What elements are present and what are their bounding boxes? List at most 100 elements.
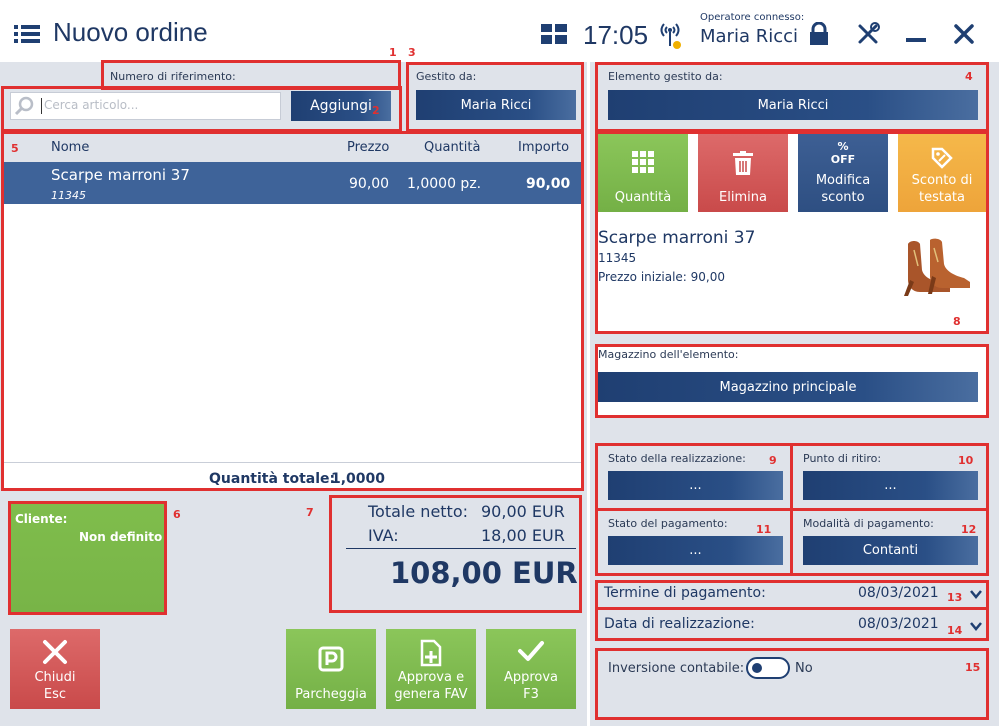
marker-9: 9 [769,454,777,467]
close-button-key: Esc [43,687,67,702]
net-total-value: 90,00 EUR [481,502,565,521]
park-button-label: Parcheggia [295,687,367,702]
chevron-down-icon[interactable] [969,585,983,599]
managed-label: Gestito da: [416,70,477,83]
payment-status-button[interactable]: ... [608,536,783,565]
column-name[interactable]: Nome [51,140,89,155]
table-footer-divider [4,462,581,463]
close-button-label: Chiudi [34,670,76,685]
payment-method-button[interactable]: Contanti [803,536,978,565]
approve-fav-button[interactable]: Approva e genera FAV [386,629,476,709]
header-discount-label-2: testata [919,190,965,205]
quantity-tile-label: Quantità [614,190,672,205]
managed-by-button[interactable]: Maria Ricci [416,90,576,120]
marker-15: 15 [965,661,981,674]
row-name: Scarpe marroni 37 [51,166,190,184]
discount-tag-icon [931,147,953,169]
approve-fav-label-1: Approva e [397,670,465,685]
marker-10: 10 [958,454,974,467]
vat-value: 18,00 EUR [481,526,565,545]
row-price: 90,00 [349,176,390,192]
close-icon[interactable] [954,24,974,44]
approve-button-key: F3 [523,687,539,702]
marker-2: 2 [372,104,380,117]
column-amount[interactable]: Importo [518,140,569,155]
reverse-charge-value: No [795,661,813,676]
marker-7: 7 [306,506,314,519]
payment-term-value[interactable]: 08/03/2021 [858,585,939,601]
close-x-icon [43,640,67,664]
item-code: 11345 [598,251,637,265]
product-image [900,236,972,298]
pickup-label: Punto di ritiro: [803,452,882,465]
reverse-charge-label: Inversione contabile: [608,661,745,676]
item-name: Scarpe marroni 37 [598,228,756,248]
header-discount-tile[interactable]: Sconto di testata [898,134,986,212]
row-quantity: 1,0000 pz. [407,176,482,192]
delete-tile-label: Elimina [719,190,767,205]
item-initial-price: Prezzo iniziale: 90,00 [598,270,726,284]
reverse-charge-box [595,648,989,720]
delete-tile[interactable]: Elimina [698,134,788,212]
row-amount: 90,00 [526,176,571,192]
search-input[interactable]: Cerca articolo... [41,98,138,114]
item-managed-button[interactable]: Maria Ricci [608,90,978,120]
approve-fav-label-2: genera FAV [394,687,468,702]
column-price[interactable]: Prezzo [347,140,389,155]
minimize-icon[interactable] [906,38,926,42]
pickup-button[interactable]: ... [803,471,978,500]
page-title: Nuovo ordine [53,17,208,47]
marker-1: 1 [389,46,397,59]
edit-discount-label-2: sconto [821,190,865,205]
table-header [4,134,581,162]
reference-label: Numero di riferimento: [110,70,236,83]
close-button[interactable]: Chiudi Esc [10,629,100,709]
reverse-charge-toggle[interactable] [746,657,790,679]
grid-icon [632,151,654,173]
connection-status-icon[interactable] [656,20,684,50]
totals-divider [346,548,576,549]
tiles-icon[interactable] [541,24,567,44]
lock-icon[interactable] [808,21,830,46]
realization-date-label: Data di realizzazione: [604,616,755,632]
operator-name: Maria Ricci [700,26,799,47]
toggle-knob [752,663,762,673]
total-quantity-label: Quantità totale: [209,471,336,487]
marker-8: 8 [953,315,961,328]
customer-label: Cliente: [15,512,68,526]
warehouse-label: Magazzino dell'elemento: [598,348,739,361]
net-total-label: Totale netto: [368,502,469,521]
marker-14: 14 [947,624,963,637]
discount-off-icon: % OFF [830,140,856,166]
park-button[interactable]: Parcheggia [286,629,376,709]
payment-term-label: Termine di pagamento: [604,585,766,601]
document-add-icon [420,639,442,667]
edit-discount-tile[interactable]: % OFF Modifica sconto [798,134,888,212]
quantity-tile[interactable]: Quantità [598,134,688,212]
column-quantity[interactable]: Quantità [424,140,480,155]
clock: 17:05 [583,20,649,50]
approve-button-label: Approva [503,670,559,685]
marker-12: 12 [961,523,977,536]
search-icon [14,96,34,116]
marker-5: 5 [11,142,19,155]
menu-icon[interactable] [14,24,40,44]
approve-button[interactable]: Approva F3 [486,629,576,709]
operator-label: Operatore connesso: [700,12,805,23]
grand-total: 108,00 EUR [390,556,578,590]
chevron-down-icon[interactable] [969,617,983,631]
payment-status-label: Stato del pagamento: [608,517,728,530]
total-quantity-value: 1,0000 [331,471,386,487]
marker-6: 6 [173,508,181,521]
payment-method-label: Modalità di pagamento: [803,517,934,530]
item-managed-label: Elemento gestito da: [608,70,723,83]
settings-tools-icon[interactable] [856,22,880,46]
marker-13: 13 [947,591,963,604]
warehouse-button[interactable]: Magazzino principale [598,372,978,402]
marker-4: 4 [965,70,973,83]
edit-discount-label-1: Modifica [815,173,871,188]
vat-label: IVA: [368,526,399,545]
checkmark-icon [518,641,544,661]
fulfillment-status-button[interactable]: ... [608,471,783,500]
realization-date-value[interactable]: 08/03/2021 [858,616,939,632]
